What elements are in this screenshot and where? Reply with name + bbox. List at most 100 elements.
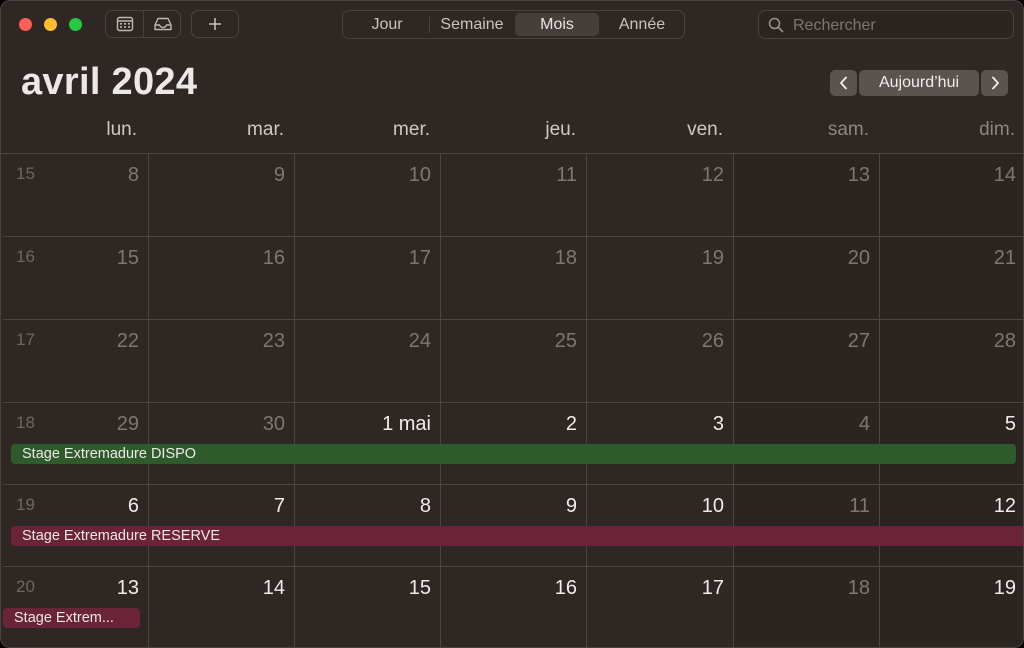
day-cell[interactable]: 16 15 <box>3 237 149 320</box>
tab-day[interactable]: Jour <box>345 13 429 36</box>
today-button[interactable]: Aujourd’hui <box>859 70 979 96</box>
day-cell[interactable]: 28 <box>880 320 1023 403</box>
day-number: 19 <box>701 247 724 269</box>
week-number: 18 <box>16 413 35 432</box>
day-cell[interactable]: 16 <box>441 567 587 647</box>
week-number: 17 <box>16 330 35 349</box>
day-cell[interactable]: 13 <box>734 154 880 237</box>
day-cell[interactable]: 18 <box>734 567 880 647</box>
day-number: 16 <box>554 577 577 599</box>
day-number: 14 <box>993 164 1016 186</box>
inbox-button[interactable] <box>144 11 181 37</box>
view-switcher: Jour Semaine Mois Année <box>342 10 685 39</box>
day-number: 18 <box>847 577 870 599</box>
search-icon <box>768 17 784 33</box>
day-number: 12 <box>701 164 724 186</box>
day-number: 22 <box>116 330 139 352</box>
day-cell[interactable]: 9 <box>149 154 295 237</box>
day-cell[interactable]: 16 <box>149 237 295 320</box>
day-number: 7 <box>273 495 285 517</box>
day-cell[interactable]: 27 <box>734 320 880 403</box>
weekday-label-thu: jeu. <box>545 119 576 140</box>
fullscreen-window-button[interactable] <box>69 18 82 31</box>
day-number: 12 <box>993 495 1016 517</box>
day-number: 13 <box>847 164 870 186</box>
day-cell[interactable]: 19 <box>587 237 734 320</box>
week-number: 16 <box>16 247 35 266</box>
day-number: 10 <box>701 495 724 517</box>
calendar-list-button[interactable] <box>106 11 144 37</box>
week-number: 20 <box>16 577 35 596</box>
day-cell[interactable]: 21 <box>880 237 1023 320</box>
day-number: 19 <box>993 577 1016 599</box>
day-cell[interactable]: 25 <box>441 320 587 403</box>
day-cell[interactable]: 26 <box>587 320 734 403</box>
day-cell[interactable]: 18 <box>441 237 587 320</box>
day-number: 6 <box>127 495 139 517</box>
search-input[interactable] <box>791 14 1005 37</box>
day-number: 20 <box>847 247 870 269</box>
search-field[interactable] <box>758 10 1014 39</box>
close-window-button[interactable] <box>19 18 32 31</box>
event-stage-dispo[interactable]: Stage Extremadure DISPO <box>11 444 1016 464</box>
weekday-label-wed: mer. <box>393 119 430 140</box>
day-cell[interactable]: 19 <box>880 567 1023 647</box>
minimize-window-button[interactable] <box>44 18 57 31</box>
day-number: 27 <box>847 330 870 352</box>
day-number: 16 <box>262 247 285 269</box>
previous-month-button[interactable] <box>830 70 857 96</box>
day-number: 8 <box>127 164 139 186</box>
day-number: 11 <box>556 164 577 186</box>
plus-icon <box>209 18 221 30</box>
day-cell[interactable]: 17 <box>587 567 734 647</box>
tab-week[interactable]: Semaine <box>430 13 514 36</box>
day-number: 3 <box>712 413 724 435</box>
day-number: 17 <box>701 577 724 599</box>
day-number: 15 <box>408 577 431 599</box>
day-cell[interactable]: 24 <box>295 320 441 403</box>
weekday-label-fri: ven. <box>687 119 723 140</box>
weekday-label-tue: mar. <box>247 119 284 140</box>
day-number: 14 <box>262 577 285 599</box>
day-number: 15 <box>116 247 139 269</box>
day-number: 9 <box>273 164 285 186</box>
chevron-right-icon <box>991 76 999 90</box>
day-cell[interactable]: 23 <box>149 320 295 403</box>
weekday-label-mon: lun. <box>106 119 137 140</box>
weekday-label-sat: sam. <box>827 119 869 140</box>
day-number: 30 <box>262 413 285 435</box>
day-cell[interactable]: 17 <box>295 237 441 320</box>
day-cell[interactable]: 11 <box>441 154 587 237</box>
day-cell[interactable]: 14 <box>880 154 1023 237</box>
day-cell[interactable]: 15 8 <box>3 154 149 237</box>
day-number: 26 <box>701 330 724 352</box>
add-event-button[interactable] <box>191 10 239 38</box>
day-number: 23 <box>262 330 285 352</box>
tab-year[interactable]: Année <box>600 13 684 36</box>
day-number: 28 <box>993 330 1016 352</box>
weekday-label-sun: dim. <box>979 119 1015 140</box>
day-cell[interactable]: 17 22 <box>3 320 149 403</box>
event-stage-reserve[interactable]: Stage Extremadure RESERVE <box>11 526 1023 546</box>
day-cell[interactable]: 14 <box>149 567 295 647</box>
day-cell[interactable]: 20 <box>734 237 880 320</box>
day-number: 5 <box>1004 413 1016 435</box>
day-number: 17 <box>408 247 431 269</box>
next-month-button[interactable] <box>981 70 1008 96</box>
calendar-window: Jour Semaine Mois Année avril 2024 Aujou… <box>0 0 1024 648</box>
week-number: 15 <box>16 164 35 183</box>
day-number: 4 <box>858 413 870 435</box>
day-number: 13 <box>116 577 139 599</box>
event-stage-truncated[interactable]: Stage Extrem... <box>3 608 140 628</box>
day-number: 9 <box>565 495 577 517</box>
month-title: avril 2024 <box>21 61 198 103</box>
day-cell[interactable]: 10 <box>295 154 441 237</box>
day-number: 18 <box>554 247 577 269</box>
day-number: 25 <box>554 330 577 352</box>
day-number: 1 mai <box>382 413 431 435</box>
day-cell[interactable]: 12 <box>587 154 734 237</box>
day-cell[interactable]: 15 <box>295 567 441 647</box>
tab-month[interactable]: Mois <box>515 13 599 36</box>
sidebar-toggle-group <box>105 10 181 38</box>
inbox-icon <box>153 17 172 31</box>
